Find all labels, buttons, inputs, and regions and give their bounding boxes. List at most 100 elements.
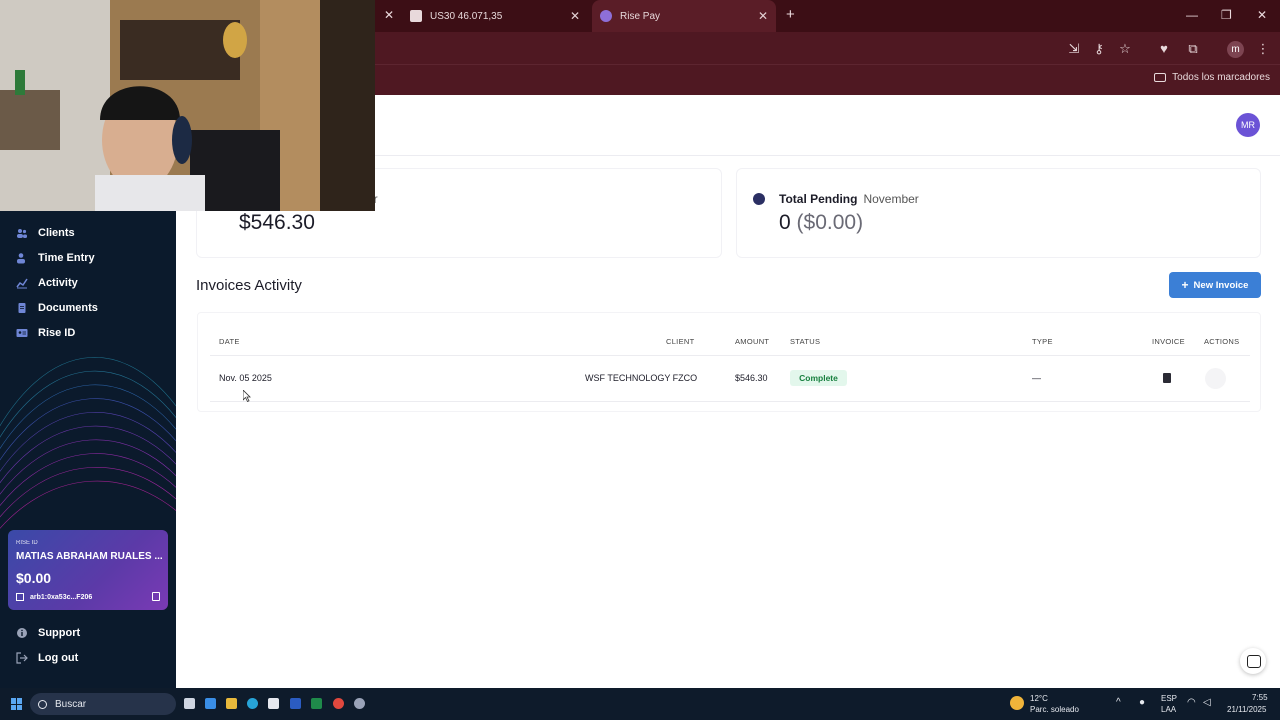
column-header-type[interactable]: TYPE [1032,337,1053,346]
windows-start-icon[interactable] [11,698,23,710]
tab-close-icon[interactable]: ✕ [384,8,394,22]
tray-chevron-up-icon[interactable]: ^ [1116,697,1121,708]
row-actions-button[interactable] [1205,368,1226,389]
weather-sun-icon[interactable] [1010,696,1024,710]
tradingview-favicon-icon [410,10,422,22]
browser-menu-icon[interactable]: ⋮ [1256,42,1270,56]
language-top[interactable]: ESP [1161,694,1177,703]
sidebar-item-documents[interactable]: Documents [16,302,98,314]
microphone-icon[interactable]: ● [1139,697,1145,708]
all-bookmarks-folder[interactable]: Todos los marcadores [1154,72,1270,83]
edge-icon[interactable] [247,698,258,709]
task-view-icon[interactable] [184,698,195,709]
plus-icon: + [1181,278,1189,292]
rise-id-wallet-card[interactable]: RISE ID MATIAS ABRAHAM RUALES ... $0.00 … [8,530,168,610]
sidebar-item-label: Documents [38,302,98,314]
chart-line-icon [16,277,28,289]
table-divider [210,355,1250,356]
rise-pay-favicon-icon [600,10,612,22]
profile-avatar[interactable]: m [1227,41,1244,58]
sidebar-item-support[interactable]: Support [16,627,80,639]
column-header-actions[interactable]: ACTIONS [1204,337,1239,346]
document-icon [16,302,28,314]
support-chat-icon[interactable] [1240,648,1266,674]
cell-date: Nov. 05 2025 [219,373,272,383]
wallet-address-row: arb1:0xa53c...F206 [16,593,92,601]
summary-month: November [863,192,919,206]
sidebar-item-label: Log out [38,652,79,664]
column-header-client[interactable]: CLIENT [666,337,694,346]
speaker-muted-icon[interactable]: ◁ [1203,697,1211,708]
id-card-icon [16,327,28,339]
new-tab-plus-icon[interactable]: + [786,6,795,23]
restore-icon[interactable]: ❐ [1221,8,1232,22]
folder-icon [1154,73,1167,82]
users-icon [16,227,28,239]
sidebar-item-clients[interactable]: Clients [16,227,75,239]
cell-client: WSF TECHNOLOGY FZCO [585,373,698,383]
sidebar-item-label: Time Entry [38,252,95,264]
summary-total-value: $546.30 [239,211,315,234]
account-name: MATIAS ABRAHAM RUALES ... [16,551,163,562]
minimize-icon[interactable]: — [1186,8,1198,22]
excel-icon[interactable] [311,698,322,709]
summary-title-text: Total Pending [779,192,858,206]
tab-close-icon[interactable]: ✕ [570,9,580,23]
widgets-icon[interactable] [205,698,216,709]
new-invoice-label: New Invoice [1193,279,1249,291]
wallet-balance: $0.00 [16,570,52,586]
sidebar-item-time-entry[interactable]: Time Entry [16,252,95,264]
tab-close-icon[interactable]: ✕ [758,9,768,23]
copy-icon[interactable] [152,592,160,601]
webcam-overlay [0,0,375,211]
language-bottom[interactable]: LAA [1161,705,1176,714]
weather-temp[interactable]: 12°C [1030,694,1048,703]
window-close-icon[interactable]: ✕ [1257,8,1267,22]
clock-time[interactable]: 7:55 [1252,693,1268,702]
column-header-invoice[interactable]: INVOICE [1152,337,1185,346]
install-app-icon[interactable]: ⇲ [1067,42,1081,56]
extensions-puzzle-icon[interactable]: ⧉ [1186,42,1200,56]
user-avatar[interactable]: MR [1236,113,1260,137]
pending-amount: ($0.00) [796,211,864,234]
qr-code-icon[interactable] [16,593,24,601]
sidebar-item-logout[interactable]: Log out [16,652,78,664]
invoices-table [197,312,1261,412]
sidebar-item-label: Clients [38,227,75,239]
column-header-status[interactable]: STATUS [790,337,820,346]
pending-count: 0 [779,211,791,234]
chrome-icon[interactable] [333,698,344,709]
word-icon[interactable] [290,698,301,709]
taskbar-search[interactable]: Buscar [30,693,176,715]
tab-rise-pay[interactable]: Rise Pay ✕ [592,0,776,32]
sidebar-item-label: Activity [38,277,78,289]
column-header-date[interactable]: DATE [219,337,240,346]
settings-gear-icon[interactable] [354,698,365,709]
weather-desc[interactable]: Parc. soleado [1030,705,1079,714]
webcam-feed-image [0,0,375,211]
tab-us30[interactable]: US30 46.071,35 ✕ [402,0,588,32]
wifi-icon[interactable]: ◠ [1187,697,1196,708]
extension-heart-icon[interactable]: ♥ [1157,42,1171,56]
card-kicker: RISE ID [16,540,38,546]
search-icon [38,699,47,709]
status-badge: Complete [790,370,847,386]
sidebar-item-rise-id[interactable]: Rise ID [16,327,75,339]
section-title-invoices: Invoices Activity [196,277,302,294]
new-invoice-button[interactable]: + New Invoice [1169,272,1261,298]
summary-pending-value: 0 ($0.00) [779,211,863,235]
sidebar-item-activity[interactable]: Activity [16,277,78,289]
invoice-document-icon[interactable] [1163,373,1171,383]
password-key-icon[interactable]: ⚷ [1092,42,1106,56]
logout-icon [16,652,28,664]
column-header-amount[interactable]: AMOUNT [735,337,769,346]
clock-date[interactable]: 21/11/2025 [1227,705,1266,714]
tab-title: Rise Pay [620,10,661,22]
clock-icon [753,193,765,205]
file-explorer-icon[interactable] [226,698,237,709]
store-icon[interactable] [268,698,279,709]
tab-title: US30 46.071,35 [430,10,503,22]
bookmark-star-icon[interactable]: ☆ [1118,42,1132,56]
mouse-cursor-icon [243,390,251,402]
wallet-address: arb1:0xa53c...F206 [30,593,93,601]
